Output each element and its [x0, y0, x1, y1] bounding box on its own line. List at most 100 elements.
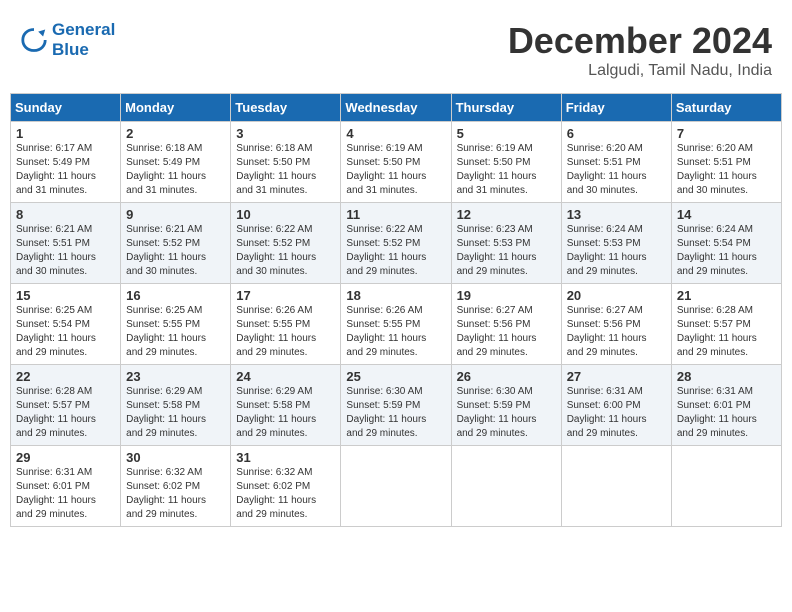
calendar-cell: 5Sunrise: 6:19 AM Sunset: 5:50 PM Daylig… [451, 122, 561, 203]
calendar-cell: 28Sunrise: 6:31 AM Sunset: 6:01 PM Dayli… [671, 365, 781, 446]
calendar-cell: 17Sunrise: 6:26 AM Sunset: 5:55 PM Dayli… [231, 284, 341, 365]
logo-line1: General [52, 20, 115, 40]
calendar-cell: 24Sunrise: 6:29 AM Sunset: 5:58 PM Dayli… [231, 365, 341, 446]
day-info: Sunrise: 6:31 AM Sunset: 6:01 PM Dayligh… [677, 385, 776, 441]
day-number: 30 [126, 450, 225, 465]
calendar-cell: 19Sunrise: 6:27 AM Sunset: 5:56 PM Dayli… [451, 284, 561, 365]
calendar-cell: 22Sunrise: 6:28 AM Sunset: 5:57 PM Dayli… [11, 365, 121, 446]
day-info: Sunrise: 6:24 AM Sunset: 5:54 PM Dayligh… [677, 223, 776, 279]
calendar-cell: 6Sunrise: 6:20 AM Sunset: 5:51 PM Daylig… [561, 122, 671, 203]
day-info: Sunrise: 6:23 AM Sunset: 5:53 PM Dayligh… [457, 223, 556, 279]
header: General Blue December 2024 Lalgudi, Tami… [10, 10, 782, 85]
day-info: Sunrise: 6:30 AM Sunset: 5:59 PM Dayligh… [346, 385, 445, 441]
calendar-cell [451, 446, 561, 527]
calendar-cell: 31Sunrise: 6:32 AM Sunset: 6:02 PM Dayli… [231, 446, 341, 527]
day-info: Sunrise: 6:18 AM Sunset: 5:50 PM Dayligh… [236, 142, 335, 198]
day-number: 3 [236, 126, 335, 141]
day-number: 29 [16, 450, 115, 465]
weekday-header-tuesday: Tuesday [231, 94, 341, 122]
weekday-header-friday: Friday [561, 94, 671, 122]
calendar-cell: 13Sunrise: 6:24 AM Sunset: 5:53 PM Dayli… [561, 203, 671, 284]
weekday-header-wednesday: Wednesday [341, 94, 451, 122]
day-number: 9 [126, 207, 225, 222]
day-info: Sunrise: 6:21 AM Sunset: 5:52 PM Dayligh… [126, 223, 225, 279]
calendar-cell [671, 446, 781, 527]
day-info: Sunrise: 6:21 AM Sunset: 5:51 PM Dayligh… [16, 223, 115, 279]
day-info: Sunrise: 6:19 AM Sunset: 5:50 PM Dayligh… [457, 142, 556, 198]
day-number: 5 [457, 126, 556, 141]
day-info: Sunrise: 6:31 AM Sunset: 6:00 PM Dayligh… [567, 385, 666, 441]
calendar-cell: 8Sunrise: 6:21 AM Sunset: 5:51 PM Daylig… [11, 203, 121, 284]
month-title: December 2024 [508, 20, 772, 62]
location-title: Lalgudi, Tamil Nadu, India [508, 62, 772, 80]
calendar-cell: 25Sunrise: 6:30 AM Sunset: 5:59 PM Dayli… [341, 365, 451, 446]
day-number: 18 [346, 288, 445, 303]
calendar-cell: 16Sunrise: 6:25 AM Sunset: 5:55 PM Dayli… [121, 284, 231, 365]
weekday-header-row: SundayMondayTuesdayWednesdayThursdayFrid… [11, 94, 782, 122]
day-info: Sunrise: 6:32 AM Sunset: 6:02 PM Dayligh… [126, 466, 225, 522]
calendar-cell: 30Sunrise: 6:32 AM Sunset: 6:02 PM Dayli… [121, 446, 231, 527]
day-info: Sunrise: 6:32 AM Sunset: 6:02 PM Dayligh… [236, 466, 335, 522]
calendar-cell: 21Sunrise: 6:28 AM Sunset: 5:57 PM Dayli… [671, 284, 781, 365]
weekday-header-thursday: Thursday [451, 94, 561, 122]
day-info: Sunrise: 6:22 AM Sunset: 5:52 PM Dayligh… [346, 223, 445, 279]
title-area: December 2024 Lalgudi, Tamil Nadu, India [508, 20, 772, 80]
calendar-cell: 11Sunrise: 6:22 AM Sunset: 5:52 PM Dayli… [341, 203, 451, 284]
day-info: Sunrise: 6:18 AM Sunset: 5:49 PM Dayligh… [126, 142, 225, 198]
calendar-cell: 7Sunrise: 6:20 AM Sunset: 5:51 PM Daylig… [671, 122, 781, 203]
calendar-cell: 10Sunrise: 6:22 AM Sunset: 5:52 PM Dayli… [231, 203, 341, 284]
day-number: 2 [126, 126, 225, 141]
calendar-body: 1Sunrise: 6:17 AM Sunset: 5:49 PM Daylig… [11, 122, 782, 527]
day-info: Sunrise: 6:27 AM Sunset: 5:56 PM Dayligh… [567, 304, 666, 360]
calendar-cell: 14Sunrise: 6:24 AM Sunset: 5:54 PM Dayli… [671, 203, 781, 284]
calendar-cell: 1Sunrise: 6:17 AM Sunset: 5:49 PM Daylig… [11, 122, 121, 203]
calendar-cell: 4Sunrise: 6:19 AM Sunset: 5:50 PM Daylig… [341, 122, 451, 203]
week-row-4: 22Sunrise: 6:28 AM Sunset: 5:57 PM Dayli… [11, 365, 782, 446]
day-number: 20 [567, 288, 666, 303]
calendar-cell: 9Sunrise: 6:21 AM Sunset: 5:52 PM Daylig… [121, 203, 231, 284]
day-info: Sunrise: 6:28 AM Sunset: 5:57 PM Dayligh… [16, 385, 115, 441]
day-info: Sunrise: 6:31 AM Sunset: 6:01 PM Dayligh… [16, 466, 115, 522]
weekday-header-sunday: Sunday [11, 94, 121, 122]
day-number: 12 [457, 207, 556, 222]
calendar-cell: 20Sunrise: 6:27 AM Sunset: 5:56 PM Dayli… [561, 284, 671, 365]
calendar-cell: 15Sunrise: 6:25 AM Sunset: 5:54 PM Dayli… [11, 284, 121, 365]
day-number: 1 [16, 126, 115, 141]
day-info: Sunrise: 6:25 AM Sunset: 5:55 PM Dayligh… [126, 304, 225, 360]
logo-icon [20, 26, 48, 54]
day-number: 16 [126, 288, 225, 303]
day-info: Sunrise: 6:30 AM Sunset: 5:59 PM Dayligh… [457, 385, 556, 441]
day-number: 27 [567, 369, 666, 384]
day-info: Sunrise: 6:26 AM Sunset: 5:55 PM Dayligh… [346, 304, 445, 360]
day-number: 7 [677, 126, 776, 141]
calendar-cell: 3Sunrise: 6:18 AM Sunset: 5:50 PM Daylig… [231, 122, 341, 203]
calendar-cell: 18Sunrise: 6:26 AM Sunset: 5:55 PM Dayli… [341, 284, 451, 365]
day-number: 26 [457, 369, 556, 384]
week-row-5: 29Sunrise: 6:31 AM Sunset: 6:01 PM Dayli… [11, 446, 782, 527]
day-number: 6 [567, 126, 666, 141]
day-number: 13 [567, 207, 666, 222]
day-info: Sunrise: 6:29 AM Sunset: 5:58 PM Dayligh… [126, 385, 225, 441]
day-number: 23 [126, 369, 225, 384]
day-number: 8 [16, 207, 115, 222]
day-info: Sunrise: 6:20 AM Sunset: 5:51 PM Dayligh… [677, 142, 776, 198]
day-number: 15 [16, 288, 115, 303]
day-number: 25 [346, 369, 445, 384]
day-info: Sunrise: 6:19 AM Sunset: 5:50 PM Dayligh… [346, 142, 445, 198]
day-info: Sunrise: 6:25 AM Sunset: 5:54 PM Dayligh… [16, 304, 115, 360]
calendar-cell [561, 446, 671, 527]
day-info: Sunrise: 6:20 AM Sunset: 5:51 PM Dayligh… [567, 142, 666, 198]
day-number: 4 [346, 126, 445, 141]
day-number: 11 [346, 207, 445, 222]
week-row-1: 1Sunrise: 6:17 AM Sunset: 5:49 PM Daylig… [11, 122, 782, 203]
calendar-cell: 27Sunrise: 6:31 AM Sunset: 6:00 PM Dayli… [561, 365, 671, 446]
week-row-3: 15Sunrise: 6:25 AM Sunset: 5:54 PM Dayli… [11, 284, 782, 365]
calendar-cell: 29Sunrise: 6:31 AM Sunset: 6:01 PM Dayli… [11, 446, 121, 527]
day-info: Sunrise: 6:29 AM Sunset: 5:58 PM Dayligh… [236, 385, 335, 441]
calendar-cell: 23Sunrise: 6:29 AM Sunset: 5:58 PM Dayli… [121, 365, 231, 446]
calendar-cell [341, 446, 451, 527]
calendar-cell: 12Sunrise: 6:23 AM Sunset: 5:53 PM Dayli… [451, 203, 561, 284]
calendar-cell: 26Sunrise: 6:30 AM Sunset: 5:59 PM Dayli… [451, 365, 561, 446]
day-number: 10 [236, 207, 335, 222]
day-info: Sunrise: 6:22 AM Sunset: 5:52 PM Dayligh… [236, 223, 335, 279]
